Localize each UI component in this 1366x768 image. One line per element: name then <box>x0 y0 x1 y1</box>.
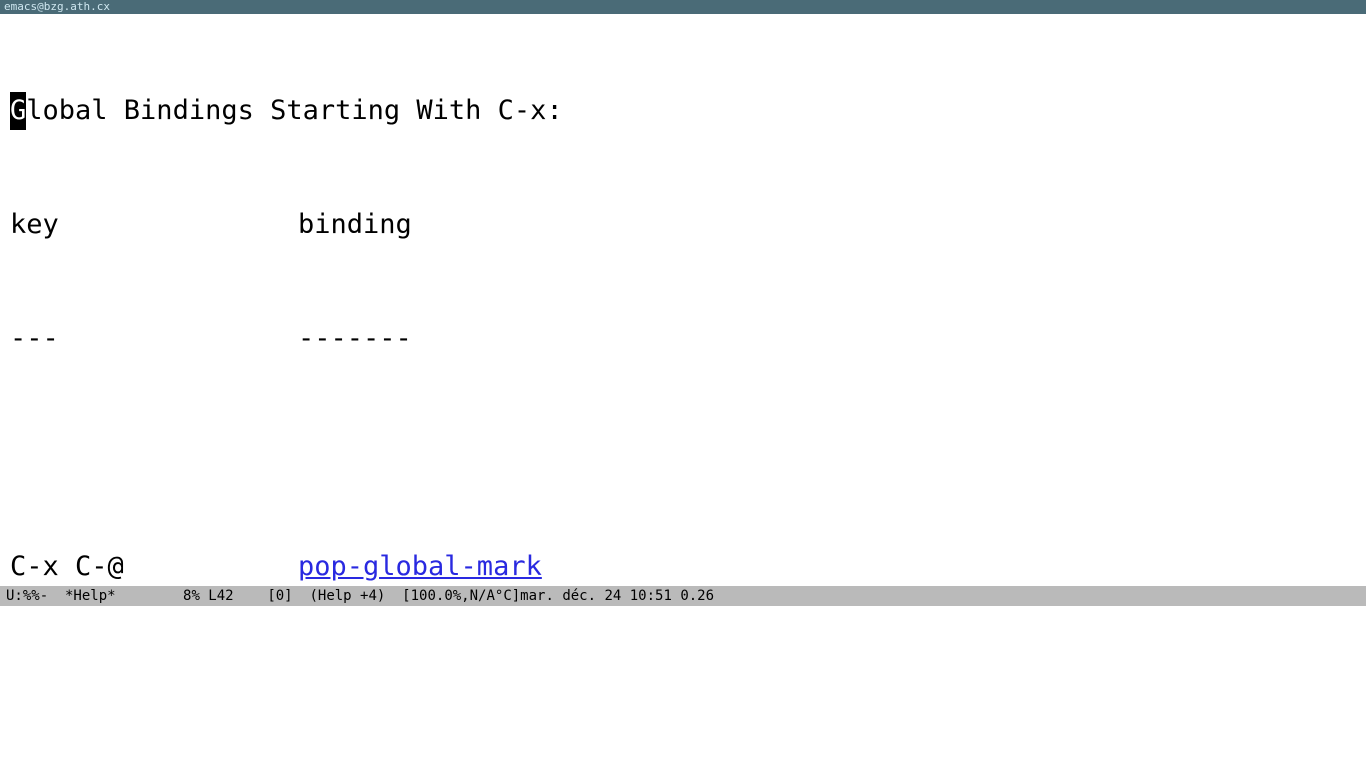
binding-key: C-x C-@ <box>10 548 298 586</box>
window-title: emacs@bzg.ath.cx <box>4 0 110 13</box>
dash-binding: ------- <box>298 320 412 358</box>
window-titlebar: emacs@bzg.ath.cx <box>0 0 1366 14</box>
column-headers: keybinding <box>10 206 1356 244</box>
binding-command-link[interactable]: pop-global-mark <box>298 548 542 586</box>
header-binding: binding <box>298 206 412 244</box>
mode-line[interactable]: U:%%- *Help* 8% L42 [0] (Help +4) [100.0… <box>0 586 1366 606</box>
modeline-buffer: U:%%- *Help* <box>6 588 116 604</box>
help-buffer[interactable]: Global Bindings Starting With C-x: keybi… <box>0 14 1366 586</box>
dash-key: --- <box>10 320 298 358</box>
cursor: G <box>10 92 26 130</box>
emacs-frame: Global Bindings Starting With C-x: keybi… <box>0 14 1366 768</box>
header-key: key <box>10 206 298 244</box>
modeline-rest: [0] (Help +4) [100.0%,N/A°C]mar. déc. 24… <box>267 588 714 604</box>
blank-line <box>10 434 1356 472</box>
buffer-title-line: Global Bindings Starting With C-x: <box>10 92 1356 130</box>
column-dashes: ---------- <box>10 320 1356 358</box>
binding-row: C-x C-@pop-global-mark <box>10 548 1356 586</box>
minibuffer-area[interactable] <box>0 606 1366 768</box>
title-rest: lobal Bindings Starting With C-x: <box>26 92 562 130</box>
modeline-position: 8% L42 <box>183 588 234 604</box>
